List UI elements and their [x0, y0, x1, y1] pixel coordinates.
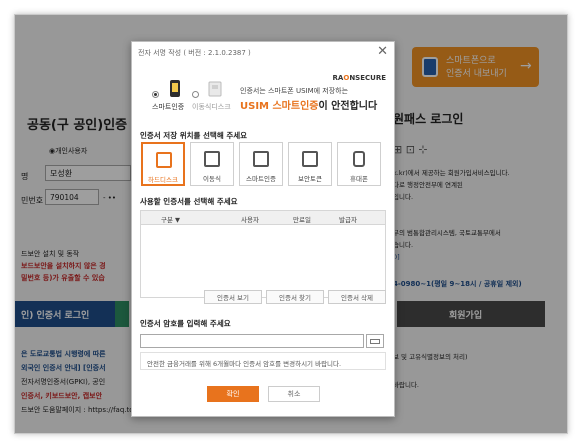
location-hard-disk[interactable]: 하드디스크	[141, 142, 185, 186]
col-expiry: 만료일	[293, 216, 311, 224]
removable-disk-icon	[208, 81, 222, 97]
mode-removable-disk[interactable]: 이동식디스크	[192, 75, 236, 115]
location-security-token[interactable]: 보안토큰	[288, 142, 332, 186]
mobile-phone-icon	[353, 151, 365, 167]
location-mobile-phone[interactable]: 휴대폰	[337, 142, 381, 186]
promo-title: USIM 스마트인증이 안전합니다	[240, 97, 377, 112]
col-issuer: 발급자	[339, 216, 357, 224]
raon-logo-part-a: RA	[332, 74, 344, 82]
usb-drive-icon	[204, 151, 220, 167]
radio-smart[interactable]	[152, 91, 159, 98]
storage-location-title: 인증서 저장 위치를 선택해 주세요	[140, 131, 248, 140]
dialog-title: 전자 서명 작성 ( 버전 : 2.1.0.2387 )	[138, 49, 251, 57]
delete-cert-button[interactable]: 인증서 삭제	[328, 290, 386, 304]
mode-smart-auth[interactable]: 스마트인증	[152, 75, 196, 115]
cert-table[interactable]: 구분 ▼ 사용자 만료일 발급자	[140, 210, 386, 298]
col-type[interactable]: 구분 ▼	[161, 214, 180, 224]
promo-title-accent: USIM 스마트인증	[240, 101, 319, 112]
security-token-icon	[302, 151, 318, 167]
raon-logo-part-b: NSECURE	[349, 74, 386, 82]
location-security-token-label: 보안토큰	[298, 175, 322, 183]
radio-removable[interactable]	[192, 91, 199, 98]
location-removable[interactable]: 이동식	[190, 142, 234, 186]
password-input[interactable]	[140, 334, 364, 348]
promo-title-rest: 이 안전합니다	[318, 101, 378, 112]
monitor-icon	[156, 152, 172, 168]
keyboard-icon	[370, 339, 380, 344]
password-notice: 안전한 금융거래를 위해 6개월마다 인증서 암호를 변경하시기 바랍니다.	[140, 352, 386, 370]
location-hard-disk-label: 하드디스크	[148, 176, 178, 184]
location-smart-auth[interactable]: 스마트인증	[239, 142, 283, 186]
raonsecure-logo: RAONSECURE	[333, 74, 386, 82]
password-title: 인증서 암호를 입력해 주세요	[140, 319, 231, 328]
location-smart-auth-label: 스마트인증	[246, 175, 276, 183]
cert-table-header: 구분 ▼ 사용자 만료일 발급자	[141, 211, 385, 225]
close-icon[interactable]: ✕	[377, 44, 388, 59]
browser-window: 공동(구 공인)인증 ◉개인사용자 명 모성환 민번호 790104 - •• …	[14, 14, 568, 434]
location-removable-label: 이동식	[203, 175, 221, 183]
usim-card-icon	[253, 151, 269, 167]
location-mobile-phone-label: 휴대폰	[350, 175, 368, 183]
find-cert-button[interactable]: 인증서 찾기	[266, 290, 324, 304]
col-user: 사용자	[241, 216, 259, 224]
promo-subtitle: 인증서는 스마트폰 USIM에 저장하는	[240, 87, 349, 95]
cancel-button[interactable]: 취소	[268, 386, 320, 402]
smartphone-usim-icon	[170, 80, 180, 97]
confirm-button[interactable]: 확인	[207, 386, 259, 402]
cert-select-title: 사용할 인증서를 선택해 주세요	[140, 197, 238, 206]
virtual-keyboard-button[interactable]	[366, 334, 384, 348]
view-cert-button[interactable]: 인증서 보기	[204, 290, 262, 304]
sign-dialog: 전자 서명 작성 ( 버전 : 2.1.0.2387 ) ✕ 스마트인증 이동식…	[131, 41, 395, 417]
